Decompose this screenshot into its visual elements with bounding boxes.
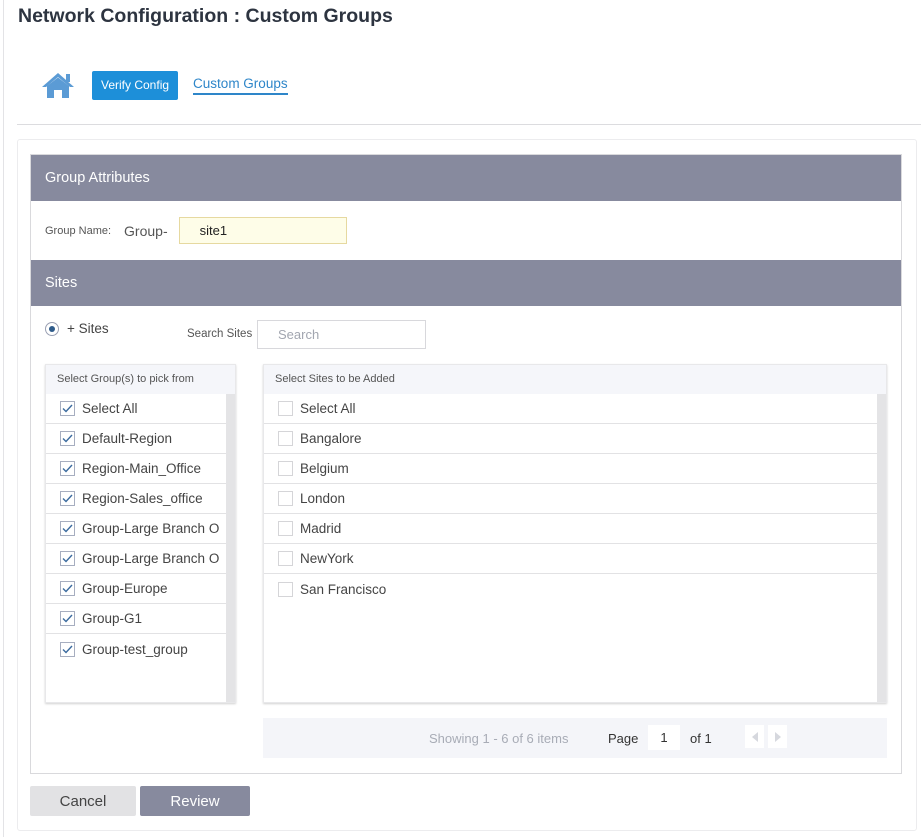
site-list-item[interactable]: Belgium (264, 454, 877, 484)
groups-list-header: Select Group(s) to pick from (46, 365, 235, 394)
site-list-item[interactable]: Select All (264, 394, 877, 424)
checkbox-checked[interactable] (60, 611, 75, 626)
group-list-item[interactable]: Group-Europe (46, 574, 226, 604)
group-list-item[interactable]: Default-Region (46, 424, 226, 454)
site-list-item[interactable]: London (264, 484, 877, 514)
cancel-button[interactable]: Cancel (30, 786, 136, 816)
checkbox-unchecked[interactable] (278, 521, 293, 536)
group-item-label: Select All (82, 401, 138, 416)
checkmark-icon (62, 524, 73, 533)
breadcrumb-custom-groups[interactable]: Custom Groups (193, 76, 288, 95)
add-sites-radio[interactable] (45, 321, 59, 336)
sites-list-body: Select All Bangalore Belgium London Madrid Ne… (264, 394, 877, 702)
sites-list-header: Select Sites to be Added (264, 365, 886, 394)
checkbox-unchecked[interactable] (278, 491, 293, 506)
checkbox-checked[interactable] (60, 401, 75, 416)
header-divider (17, 124, 921, 125)
site-item-label: NewYork (300, 551, 354, 566)
site-list-item[interactable]: San Francisco (264, 574, 877, 604)
site-item-label: Madrid (300, 521, 342, 536)
home-button[interactable] (40, 70, 76, 100)
review-button[interactable]: Review (140, 786, 250, 816)
sites-list-scrollbar[interactable] (877, 394, 886, 702)
group-item-label: Group-Large Branch O (82, 521, 220, 536)
home-icon (42, 73, 74, 98)
groups-list-body: Select All Default-Region Region-Main_Offi… (46, 394, 226, 702)
group-item-label: Group-Large Branch O (82, 551, 220, 566)
group-name-row: Group Name: Group- (45, 217, 347, 244)
site-item-label: Bangalore (300, 431, 362, 446)
checkbox-unchecked[interactable] (278, 551, 293, 566)
checkbox-checked[interactable] (60, 551, 75, 566)
site-list-item[interactable]: Bangalore (264, 424, 877, 454)
page-label: Page (608, 731, 639, 746)
group-list-item[interactable]: Region-Sales_office (46, 484, 226, 514)
group-list-item[interactable]: Region-Main_Office (46, 454, 226, 484)
checkbox-checked[interactable] (60, 581, 75, 596)
group-item-label: Default-Region (82, 431, 173, 446)
checkbox-unchecked[interactable] (278, 581, 293, 597)
site-list-item[interactable]: NewYork (264, 544, 877, 574)
group-item-label: Region-Sales_office (82, 491, 203, 506)
checkbox-checked[interactable] (60, 461, 75, 476)
site-list-item[interactable]: Madrid (264, 514, 877, 544)
page-title: Network Configuration : Custom Groups (18, 5, 393, 27)
group-list-item[interactable]: Group-test_group (46, 634, 226, 664)
search-sites-label: Search Sites (187, 328, 253, 340)
custom-group-form: Group Attributes Group Name: Group- Site… (30, 154, 902, 774)
site-item-label: Belgium (300, 461, 349, 476)
groups-list-scrollbar[interactable] (226, 394, 235, 702)
checkmark-icon (62, 584, 73, 593)
checkmark-icon (62, 645, 73, 654)
items-count-text: Showing 1 - 6 of 6 items (429, 731, 569, 746)
checkmark-icon (62, 404, 73, 413)
site-item-label: San Francisco (300, 581, 387, 597)
page-number-input[interactable] (648, 725, 680, 750)
next-page-button[interactable] (768, 725, 787, 748)
group-list-item[interactable]: Group-G1 (46, 604, 226, 634)
group-list-item[interactable]: Group-Large Branch O (46, 544, 226, 574)
site-item-label: Select All (300, 401, 356, 416)
page-total-label: of 1 (690, 731, 712, 746)
sites-list-panel: Select Sites to be Added Select All Banga… (263, 364, 887, 703)
group-name-label: Group Name: (45, 224, 112, 237)
site-item-label: London (300, 491, 346, 506)
group-name-input[interactable] (178, 217, 347, 244)
group-name-prefix: Group- (124, 222, 168, 239)
radio-selected-dot (49, 325, 55, 332)
sites-header: Sites (31, 260, 901, 306)
triangle-right-icon (774, 731, 781, 742)
group-attributes-header: Group Attributes (31, 155, 901, 201)
groups-list-panel: Select Group(s) to pick from Select All D… (45, 364, 236, 703)
checkbox-checked[interactable] (60, 521, 75, 536)
group-item-label: Region-Main_Office (82, 461, 202, 476)
add-sites-radio-option[interactable]: + Sites (45, 321, 109, 336)
checkbox-unchecked[interactable] (278, 401, 293, 416)
group-list-item[interactable]: Group-Large Branch O (46, 514, 226, 544)
search-sites-input[interactable] (257, 320, 426, 349)
left-edge-divider (3, 0, 4, 837)
checkbox-checked[interactable] (60, 641, 75, 657)
checkmark-icon (62, 614, 73, 623)
checkbox-checked[interactable] (60, 431, 75, 446)
checkbox-checked[interactable] (60, 491, 75, 506)
group-list-item[interactable]: Select All (46, 394, 226, 424)
nav-bar: Verify Config Custom Groups (40, 68, 288, 102)
add-sites-radio-label: + Sites (67, 321, 109, 336)
checkbox-unchecked[interactable] (278, 461, 293, 476)
checkmark-icon (62, 464, 73, 473)
group-item-label: Group-test_group (82, 641, 188, 657)
pagination-bar: Showing 1 - 6 of 6 items Page of 1 (263, 718, 887, 758)
verify-config-button[interactable]: Verify Config (92, 70, 179, 100)
triangle-left-icon (751, 731, 758, 742)
checkmark-icon (62, 434, 73, 443)
checkmark-icon (62, 554, 73, 563)
previous-page-button[interactable] (745, 725, 764, 748)
checkmark-icon (62, 494, 73, 503)
group-item-label: Group-G1 (82, 611, 143, 626)
group-item-label: Group-Europe (82, 581, 168, 596)
checkbox-unchecked[interactable] (278, 431, 293, 446)
